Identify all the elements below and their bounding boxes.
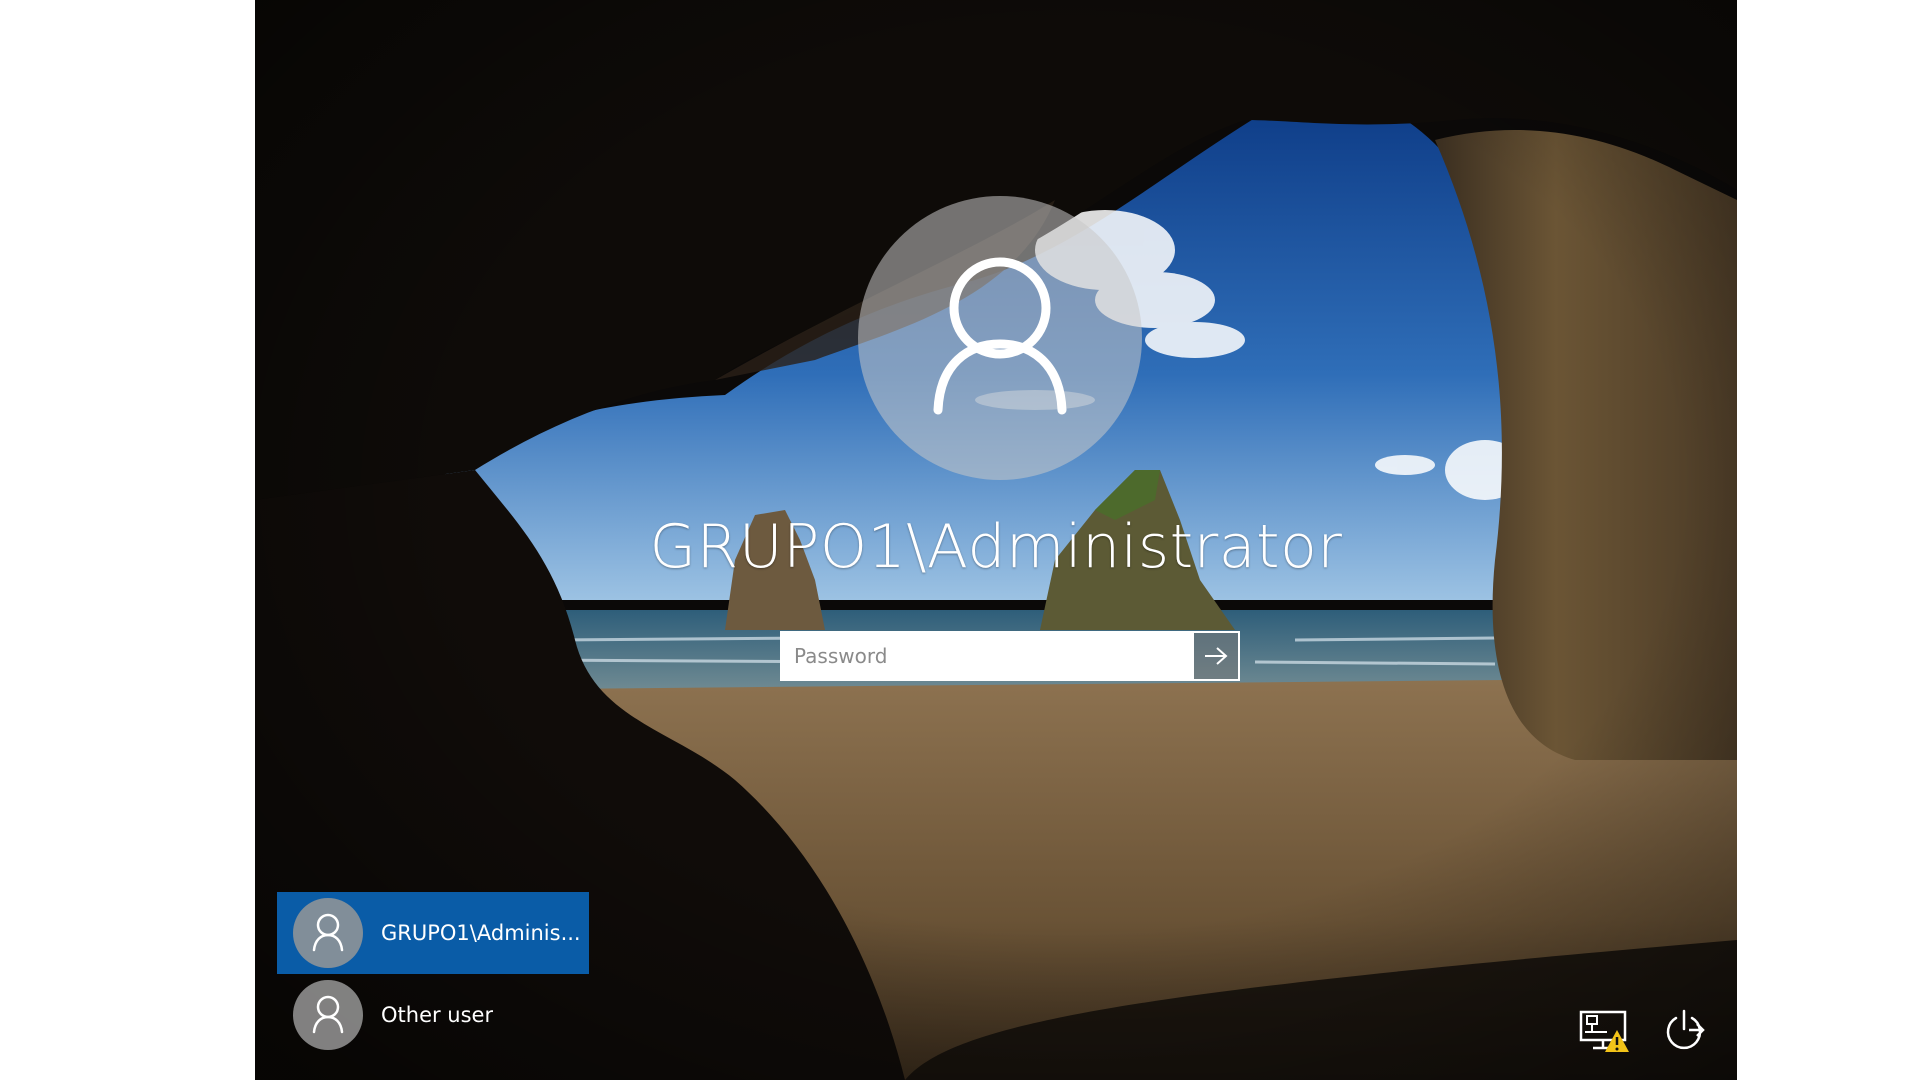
username-title: GRUPO1\Administrator <box>649 512 1343 582</box>
user-avatar-icon <box>312 995 344 1034</box>
user-avatar-large <box>858 196 1142 480</box>
user-avatar-icon <box>312 913 344 952</box>
password-row <box>780 631 1240 681</box>
submit-button[interactable] <box>1192 631 1240 681</box>
user-avatar-small <box>293 980 363 1050</box>
network-button[interactable] <box>1577 1005 1631 1055</box>
network-warning-icon <box>1579 1010 1629 1052</box>
arrow-right-icon <box>1205 647 1228 665</box>
user-list: GRUPO1\Adminis... Other user <box>277 892 589 1056</box>
power-button[interactable] <box>1657 1005 1711 1055</box>
user-item-label: GRUPO1\Adminis... <box>381 921 581 945</box>
user-avatar-icon <box>933 257 1067 415</box>
user-avatar-small <box>293 898 363 968</box>
user-item-administrator[interactable]: GRUPO1\Adminis... <box>277 892 589 974</box>
power-icon <box>1666 1009 1705 1050</box>
password-input[interactable] <box>780 631 1192 681</box>
lock-screen: GRUPO1\Administrator GRUPO1\Adminis... O… <box>255 0 1737 1080</box>
user-item-other-user[interactable]: Other user <box>277 974 589 1056</box>
system-tray <box>1577 1005 1711 1055</box>
user-item-label: Other user <box>381 1003 494 1027</box>
